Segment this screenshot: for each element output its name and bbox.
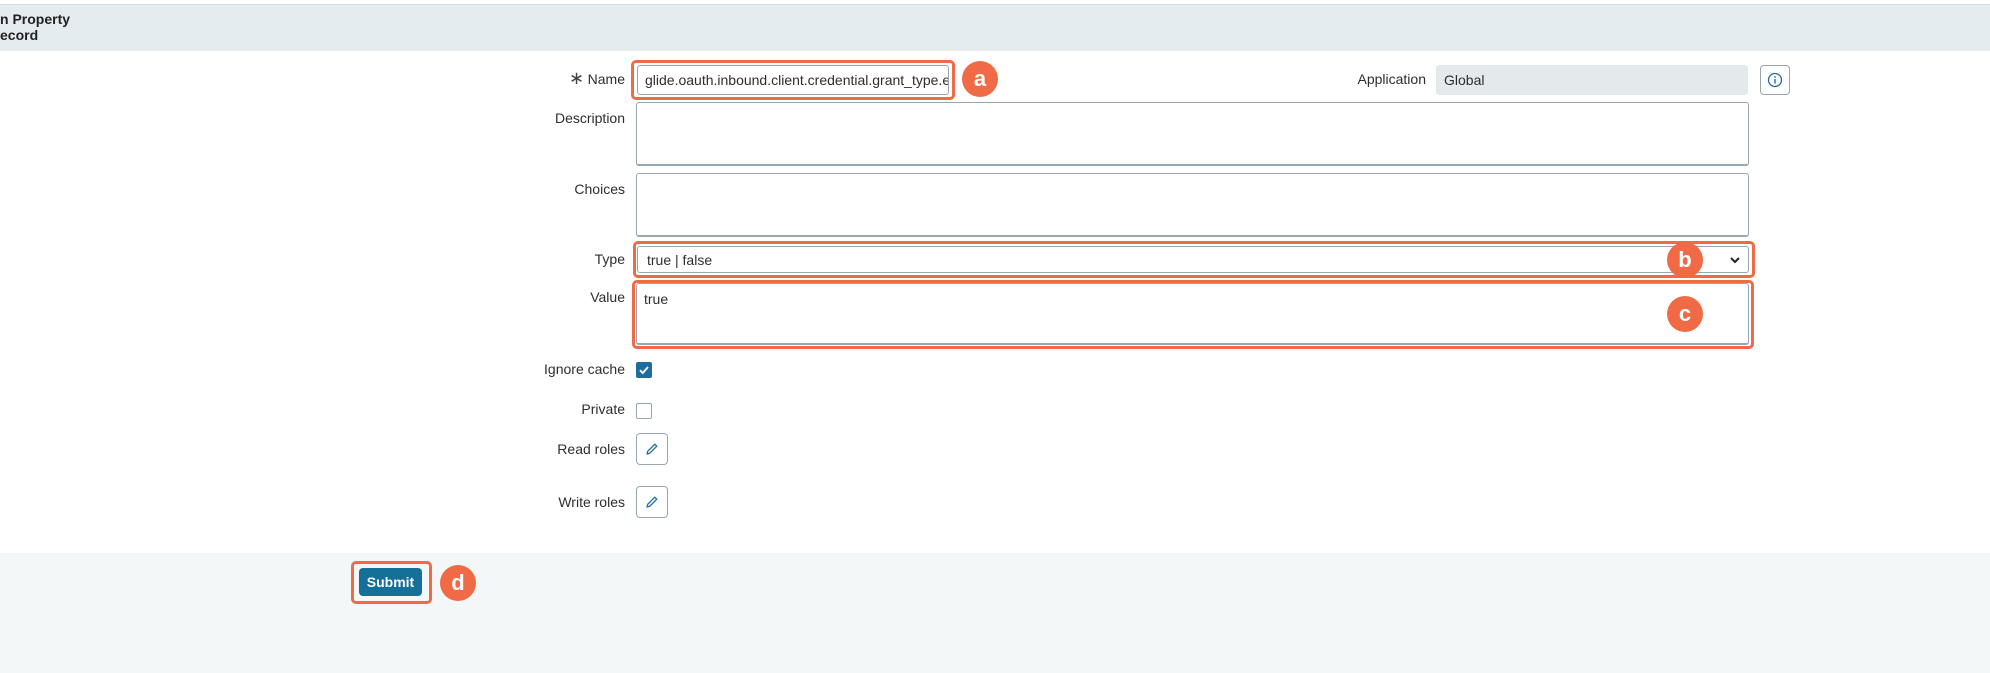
pencil-icon (646, 443, 658, 455)
type-label: Type (594, 251, 625, 267)
highlight-c (632, 280, 1754, 349)
read-roles-label: Read roles (557, 441, 625, 457)
highlight-a (631, 60, 955, 100)
private-checkbox[interactable] (636, 403, 652, 419)
page-title: n Property ecord (0, 11, 71, 43)
pencil-icon (646, 496, 658, 508)
info-button[interactable] (1760, 65, 1790, 95)
ignore-cache-label: Ignore cache (544, 361, 625, 377)
highlight-b (633, 241, 1755, 278)
ignore-cache-checkbox[interactable] (636, 362, 652, 378)
description-field[interactable] (636, 102, 1749, 166)
annotation-badge-a: a (962, 61, 998, 97)
write-roles-label: Write roles (558, 494, 625, 510)
annotation-badge-b: b (1667, 242, 1703, 278)
value-label: Value (590, 289, 625, 305)
choices-field[interactable] (636, 173, 1749, 237)
annotation-badge-c: c (1667, 296, 1703, 332)
check-icon (639, 366, 649, 375)
private-label: Private (581, 401, 625, 417)
edit-read-roles-button[interactable] (636, 433, 668, 465)
info-icon (1767, 72, 1783, 88)
description-label: Description (554, 110, 625, 126)
form-header: n Property ecord (0, 4, 1990, 51)
form-footer (0, 553, 1990, 673)
application-label: Application (1357, 71, 1427, 87)
name-label: Name (587, 71, 625, 87)
choices-label: Choices (574, 181, 625, 197)
edit-write-roles-button[interactable] (636, 486, 668, 518)
highlight-d (351, 561, 432, 604)
annotation-badge-d: d (440, 565, 476, 601)
application-field: Global (1436, 65, 1748, 95)
